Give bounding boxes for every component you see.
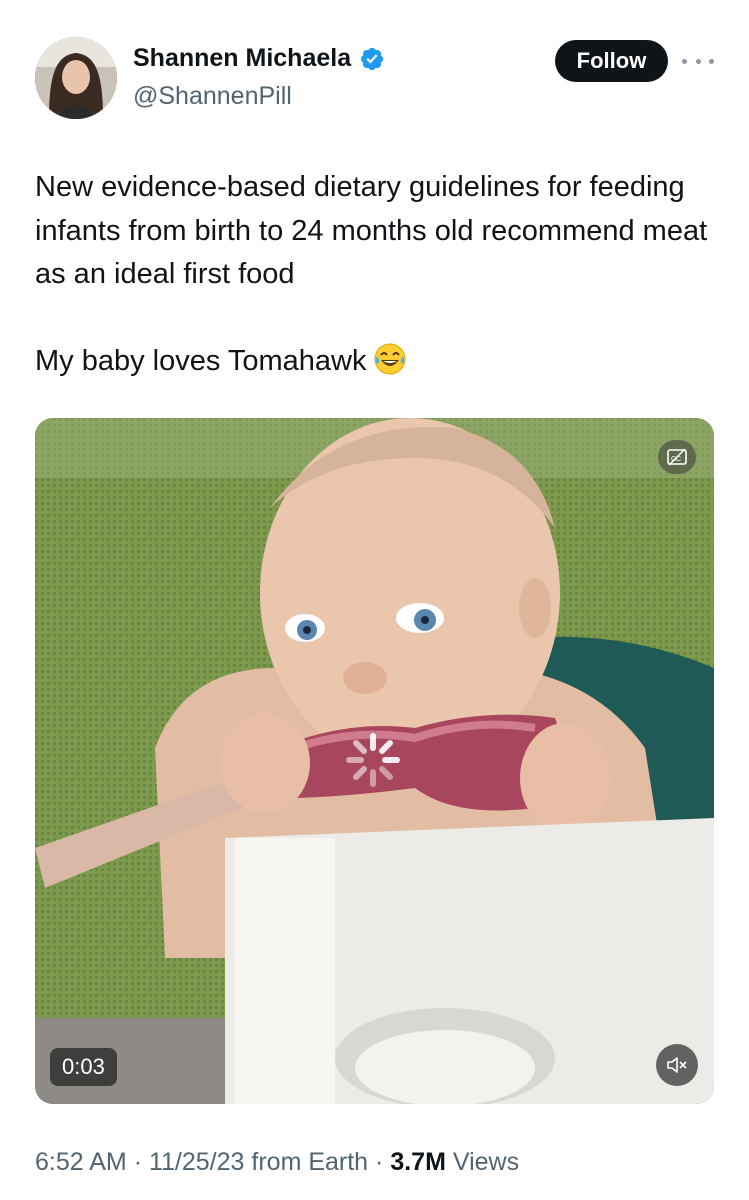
dot: [709, 58, 714, 64]
tweet-text: New evidence-based dietary guidelines fo…: [35, 166, 715, 384]
tweet-time[interactable]: 6:52 AM: [35, 1148, 127, 1176]
follow-button[interactable]: Follow: [555, 40, 668, 82]
author-name-row: Shannen Michaela: [133, 44, 385, 73]
profile-photo: [35, 37, 117, 119]
tweet-date[interactable]: 11/25/23: [149, 1148, 244, 1176]
avatar[interactable]: [35, 37, 117, 119]
muted-speaker-icon[interactable]: [656, 1044, 698, 1086]
dot: [682, 58, 687, 64]
captions-off-icon[interactable]: CC: [658, 440, 696, 474]
tears-of-joy-emoji-icon: [374, 343, 406, 375]
tweet-paragraph-1: New evidence-based dietary guidelines fo…: [35, 171, 708, 290]
views-count[interactable]: 3.7M: [390, 1148, 446, 1176]
captions-glyph: CC: [667, 448, 687, 466]
video-timestamp: 0:03: [50, 1048, 117, 1086]
dot: [695, 58, 701, 64]
tweet-paragraph-2: My baby loves Tomahawk: [35, 340, 715, 384]
meta-separator: ·: [133, 1148, 143, 1176]
more-dots-icon[interactable]: [682, 49, 714, 73]
verified-badge-icon: [361, 47, 384, 70]
speaker-glyph: [667, 1057, 687, 1073]
meta-separator: ·: [375, 1148, 384, 1176]
tweet-source: from Earth: [251, 1148, 369, 1176]
video-player[interactable]: CC 0:03: [35, 418, 714, 1104]
display-name[interactable]: Shannen Michaela: [133, 44, 351, 73]
tweet-paragraph-2-text: My baby loves Tomahawk: [35, 345, 367, 377]
views-label: Views: [452, 1148, 520, 1176]
author-handle[interactable]: @ShannenPill: [133, 82, 292, 111]
loading-spinner-icon: [346, 733, 400, 787]
tweet-meta: 6:52 AM · 11/25/23 from Earth · 3.7M Vie…: [35, 1148, 519, 1177]
